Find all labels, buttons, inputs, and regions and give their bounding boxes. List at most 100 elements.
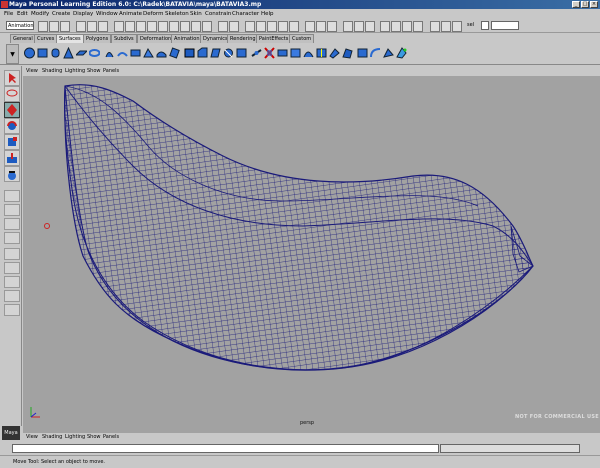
quick-selection-input[interactable] bbox=[491, 21, 519, 30]
snap-grid-icon[interactable] bbox=[245, 21, 255, 32]
history-icon[interactable] bbox=[305, 21, 315, 32]
extend-surface-icon[interactable] bbox=[329, 47, 340, 59]
menu-window[interactable]: Window bbox=[96, 11, 118, 17]
panel-menu-shading[interactable]: Shading bbox=[42, 68, 62, 74]
close-button[interactable]: × bbox=[590, 1, 598, 8]
menu-animate[interactable]: Animate bbox=[119, 11, 142, 17]
loft-icon[interactable] bbox=[117, 47, 128, 59]
maximize-button[interactable]: □ bbox=[581, 1, 589, 8]
trim-tool-icon[interactable] bbox=[223, 47, 234, 59]
menu-help[interactable]: Help bbox=[261, 11, 274, 17]
layout-graph-editor-icon[interactable] bbox=[4, 248, 20, 260]
layout-persp-graph-icon[interactable] bbox=[4, 276, 20, 288]
absolute-transform-icon[interactable] bbox=[441, 21, 451, 32]
layout-side-by-side-icon[interactable] bbox=[4, 218, 20, 230]
make-live-icon[interactable] bbox=[289, 21, 299, 32]
panel-menu-lighting[interactable]: Lighting bbox=[65, 434, 85, 440]
offset-surface-icon[interactable] bbox=[342, 47, 353, 59]
highlight-selection-icon[interactable] bbox=[229, 21, 239, 32]
layout-hypergraph-icon[interactable] bbox=[4, 290, 20, 302]
menu-character[interactable]: Character bbox=[232, 11, 259, 17]
scale-tool-icon[interactable] bbox=[4, 134, 20, 150]
soft-modification-icon[interactable] bbox=[4, 166, 20, 182]
layout-custom-icon[interactable] bbox=[4, 304, 20, 316]
surface-fillet-icon[interactable] bbox=[383, 47, 394, 59]
panel-menu-shading[interactable]: Shading bbox=[42, 434, 62, 440]
move-tool-icon[interactable] bbox=[4, 102, 20, 118]
perspective-viewport[interactable] bbox=[23, 76, 600, 433]
select-deformers-icon[interactable] bbox=[169, 21, 179, 32]
menu-deform[interactable]: Deform bbox=[143, 11, 163, 17]
select-object-icon[interactable] bbox=[87, 21, 97, 32]
nurbs-sphere-icon[interactable] bbox=[24, 47, 35, 59]
menu-modify[interactable]: Modify bbox=[31, 11, 49, 17]
select-handles-icon[interactable] bbox=[125, 21, 135, 32]
minimize-button[interactable]: _ bbox=[572, 1, 580, 8]
ipr-render-icon[interactable] bbox=[354, 21, 364, 32]
render-current-frame-icon[interactable] bbox=[343, 21, 353, 32]
show-channel-box-icon[interactable] bbox=[380, 21, 390, 32]
align-surfaces-icon[interactable] bbox=[290, 47, 301, 59]
lock-selection-icon[interactable] bbox=[218, 21, 228, 32]
relative-transform-icon[interactable] bbox=[452, 21, 462, 32]
select-joints-icon[interactable] bbox=[136, 21, 146, 32]
lasso-tool-icon[interactable] bbox=[4, 86, 20, 102]
mask-icon[interactable] bbox=[114, 21, 124, 32]
panel-menu-panels[interactable]: Panels bbox=[103, 434, 119, 440]
panel-menu-panels[interactable]: Panels bbox=[103, 68, 119, 74]
show-layer-editor-icon[interactable] bbox=[413, 21, 423, 32]
bevel-plus-icon[interactable] bbox=[210, 47, 221, 59]
object-name-icon[interactable] bbox=[430, 21, 440, 32]
select-misc-icon[interactable] bbox=[202, 21, 212, 32]
open-close-surface-icon[interactable] bbox=[303, 47, 314, 59]
round-tool-icon[interactable] bbox=[370, 47, 381, 59]
rebuild-surface-icon[interactable] bbox=[357, 47, 368, 59]
layout-hypershade-icon[interactable] bbox=[4, 262, 20, 274]
menu-set-dropdown[interactable]: Animation bbox=[6, 21, 34, 30]
menu-file[interactable]: File bbox=[4, 11, 13, 17]
construction-history-icon[interactable] bbox=[327, 21, 337, 32]
select-component-icon[interactable] bbox=[98, 21, 108, 32]
menu-constrain[interactable]: Constrain bbox=[205, 11, 231, 17]
menu-skin[interactable]: Skin bbox=[190, 11, 202, 17]
snap-point-icon[interactable] bbox=[267, 21, 277, 32]
layout-four-panes-icon[interactable] bbox=[4, 204, 20, 216]
layout-outliner-persp-icon[interactable] bbox=[4, 232, 20, 244]
rotate-tool-icon[interactable] bbox=[4, 118, 20, 134]
detach-surface-icon[interactable] bbox=[264, 47, 275, 59]
snap-view-plane-icon[interactable] bbox=[278, 21, 288, 32]
nurbs-plane-icon[interactable] bbox=[76, 47, 87, 59]
nurbs-cylinder-icon[interactable] bbox=[50, 47, 61, 59]
select-tool-icon[interactable] bbox=[4, 70, 20, 86]
maya-app-icon[interactable] bbox=[1, 1, 8, 8]
nurbs-cube-icon[interactable] bbox=[37, 47, 48, 59]
nurbs-torus-icon[interactable] bbox=[89, 47, 100, 59]
extrude-icon[interactable] bbox=[143, 47, 154, 59]
save-scene-icon[interactable] bbox=[60, 21, 70, 32]
attach-surface-icon[interactable] bbox=[277, 47, 288, 59]
panel-menu-view[interactable]: View bbox=[26, 68, 38, 74]
boundary-icon[interactable] bbox=[169, 47, 180, 59]
input-output-icon[interactable] bbox=[316, 21, 326, 32]
panel-menu-show[interactable]: Show bbox=[87, 434, 101, 440]
panel-menu-view[interactable]: View bbox=[26, 434, 38, 440]
panel-menu-lighting[interactable]: Lighting bbox=[65, 68, 85, 74]
untrim-icon[interactable] bbox=[236, 47, 247, 59]
menu-edit[interactable]: Edit bbox=[17, 11, 28, 17]
render-globals-icon[interactable] bbox=[365, 21, 375, 32]
revolve-icon[interactable] bbox=[104, 47, 115, 59]
select-rendering-icon[interactable] bbox=[191, 21, 201, 32]
stitch-icon[interactable] bbox=[396, 47, 407, 59]
open-scene-icon[interactable] bbox=[49, 21, 59, 32]
menu-create[interactable]: Create bbox=[52, 11, 70, 17]
snap-curve-icon[interactable] bbox=[256, 21, 266, 32]
insert-isoparm-icon[interactable] bbox=[316, 47, 327, 59]
select-surfaces-icon[interactable] bbox=[158, 21, 168, 32]
wireframe-model[interactable] bbox=[23, 76, 600, 433]
show-manipulator-icon[interactable] bbox=[4, 150, 20, 166]
project-curve-icon[interactable] bbox=[251, 47, 262, 59]
panel-menu-show[interactable]: Show bbox=[87, 68, 101, 74]
select-dynamics-icon[interactable] bbox=[180, 21, 190, 32]
menu-display[interactable]: Display bbox=[73, 11, 93, 17]
square-surface-icon[interactable] bbox=[184, 47, 195, 59]
